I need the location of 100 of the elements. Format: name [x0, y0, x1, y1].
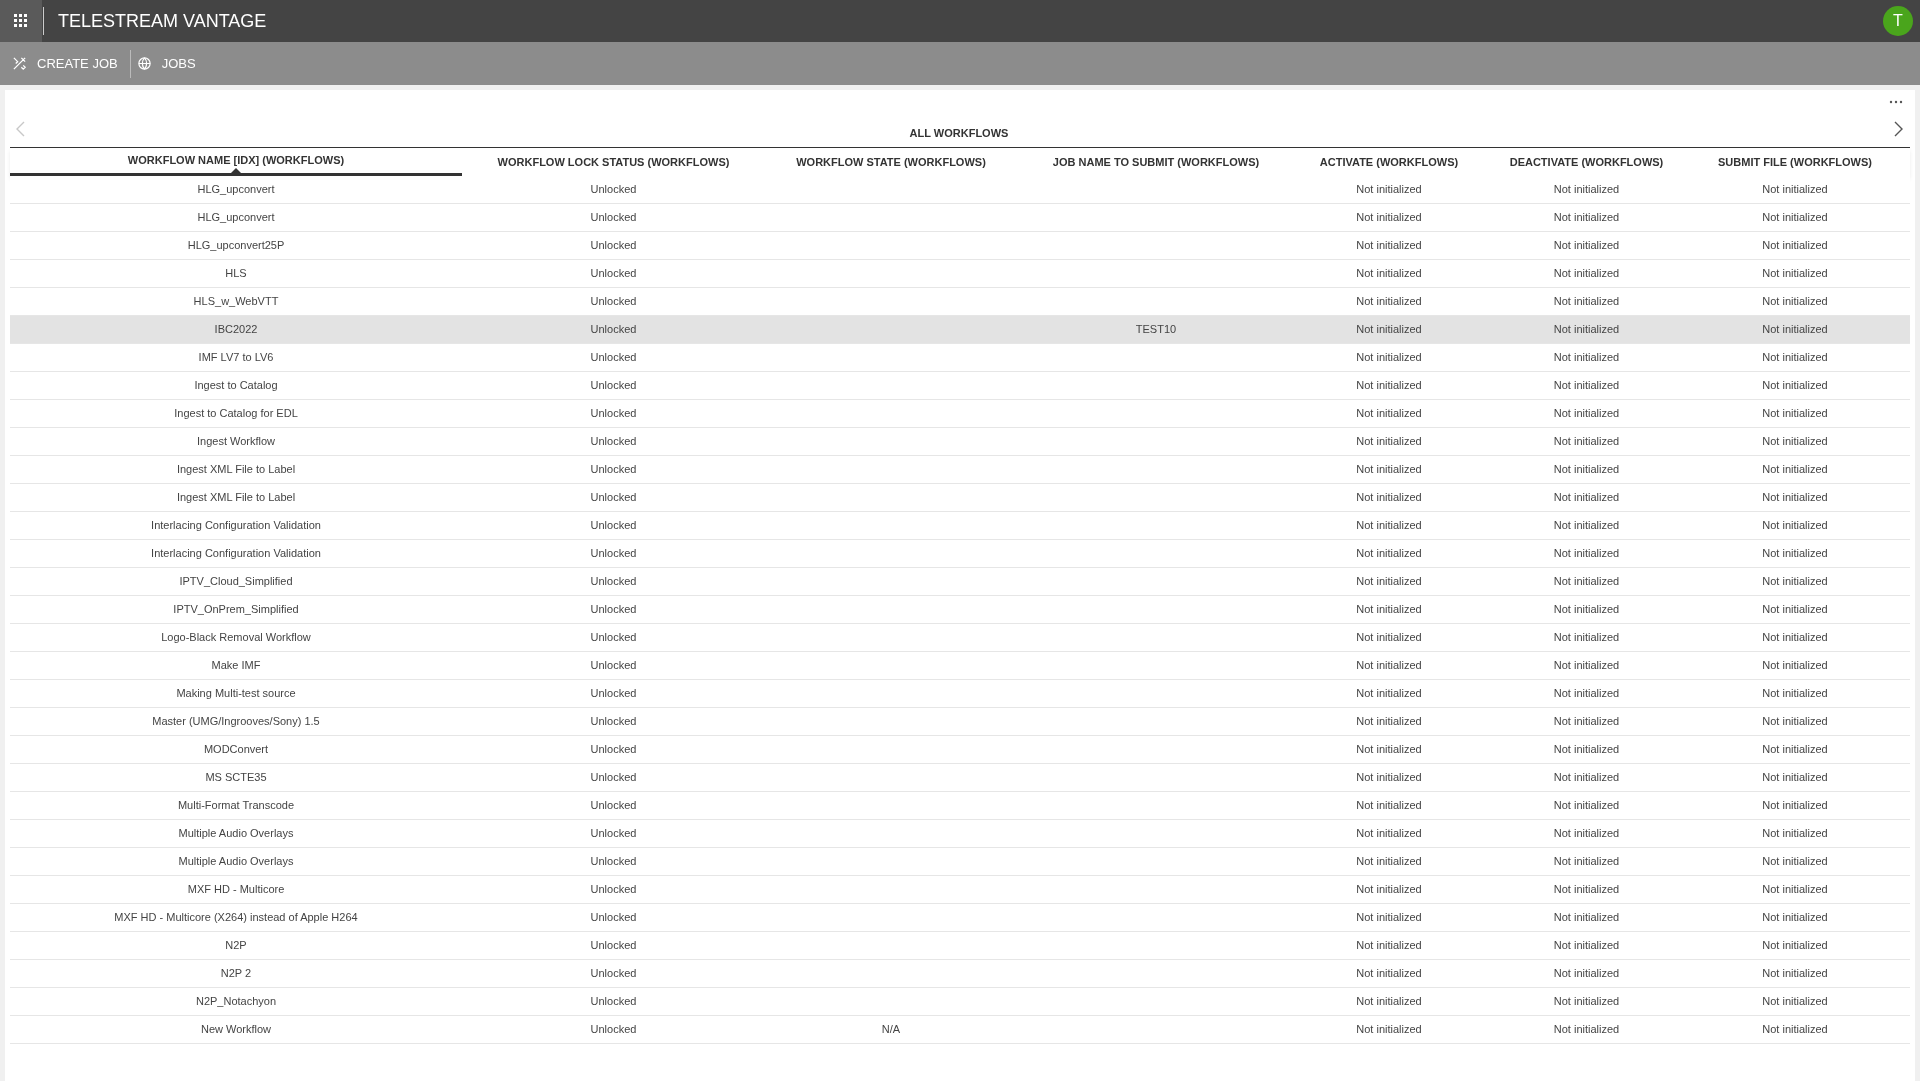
- table-cell-text: Logo-Black Removal Workflow: [161, 630, 311, 646]
- table-cell-text: Not initialized: [1356, 462, 1422, 478]
- table-cell-text: Not initialized: [1356, 294, 1422, 310]
- table-cell-text: Unlocked: [590, 742, 637, 758]
- table-cell-text: Not initialized: [1356, 574, 1422, 590]
- table-cell-text: Not initialized: [1356, 854, 1422, 870]
- table-cell-text: Not initialized: [1553, 1022, 1620, 1038]
- table-cell-text: Ingest XML File to Label: [176, 462, 296, 478]
- table-cell-text: Not initialized: [1553, 966, 1620, 982]
- table-cell-text: Not initialized: [1356, 238, 1422, 254]
- table-cell-text: Master (UMG/Ingrooves/Sony) 1.5: [152, 714, 320, 730]
- table-cell-text: Not initialized: [1553, 546, 1620, 562]
- globe-icon: [136, 56, 152, 71]
- table-cell-text: Make IMF: [211, 658, 261, 674]
- table-cell-text: Not initialized: [1762, 266, 1828, 282]
- table-cell-text: Not initialized: [1553, 210, 1620, 226]
- table-cell-text: Unlocked: [590, 182, 637, 198]
- table-cell-text: Multiple Audio Overlays: [178, 826, 294, 842]
- table-cell-text: Not initialized: [1553, 826, 1620, 842]
- table-cell-text: Unlocked: [590, 798, 637, 814]
- table-cell-text: Not initialized: [1356, 378, 1422, 394]
- table-cell-text: Unlocked: [590, 770, 637, 786]
- table-cell-text: Not initialized: [1553, 406, 1620, 422]
- table-cell-text: Not initialized: [1553, 882, 1620, 898]
- table-cell-text: Not initialized: [1762, 714, 1828, 730]
- table-cell-text: Not initialized: [1762, 882, 1828, 898]
- table-cell-text: Not initialized: [1762, 658, 1828, 674]
- table-cell-text: Unlocked: [590, 1022, 637, 1038]
- table-cell-text: Unlocked: [590, 294, 637, 310]
- table-cell-text: MXF HD - Multicore (X264) instead of Apple H264: [114, 910, 358, 926]
- table-cell-text: Not initialized: [1762, 434, 1828, 450]
- table-cell-text: Unlocked: [590, 434, 637, 450]
- column-header[interactable]: JOB NAME TO SUBMIT (WORKFLOWS): [1017, 148, 1295, 176]
- table-cell-text: Unlocked: [590, 966, 637, 982]
- table-cell-text: IBC2022: [214, 322, 258, 338]
- table-cell-text: Not initialized: [1762, 546, 1828, 562]
- table-cell-text: Not initialized: [1762, 322, 1828, 338]
- table-cell-text: Not initialized: [1553, 658, 1620, 674]
- table-cell-text: Not initialized: [1553, 994, 1620, 1010]
- table-cell-text: Unlocked: [590, 490, 637, 506]
- table-cell-text: Multiple Audio Overlays: [178, 854, 294, 870]
- table-cell-text: Not initialized: [1553, 350, 1620, 366]
- table-cell-text: Not initialized: [1356, 938, 1422, 954]
- column-header[interactable]: WORKFLOW LOCK STATUS (WORKFLOWS): [462, 148, 765, 176]
- table-cell-text: Not initialized: [1356, 686, 1422, 702]
- table-cell-text: Not initialized: [1553, 938, 1620, 954]
- table-cell-text: Not initialized: [1762, 210, 1828, 226]
- table-cell-text: MXF HD - Multicore: [187, 882, 285, 898]
- table-cell-text: Not initialized: [1762, 182, 1828, 198]
- table-cell-text: Not initialized: [1553, 238, 1620, 254]
- table-cell-text: Unlocked: [590, 602, 637, 618]
- table-cell-text: Unlocked: [590, 322, 637, 338]
- table-cell-text: Unlocked: [590, 266, 637, 282]
- table-row[interactable]: IBC2022 Unlocked TEST10 Not initialized Not initialized Not initialized: [10, 316, 1910, 344]
- table-cell-text: Not initialized: [1762, 490, 1828, 506]
- table-cell-text: Not initialized: [1762, 518, 1828, 534]
- table-cell-text: Unlocked: [590, 882, 637, 898]
- table-cell-text: HLS: [225, 266, 247, 282]
- column-header[interactable]: SUBMIT FILE (WORKFLOWS): [1690, 148, 1900, 176]
- table-cell-text: Not initialized: [1553, 574, 1620, 590]
- table-cell-text: Not initialized: [1553, 630, 1620, 646]
- table-cell-text: Unlocked: [590, 994, 637, 1010]
- app-launcher-button[interactable]: [0, 0, 42, 42]
- table-cell-text: Not initialized: [1762, 854, 1828, 870]
- table-cell-text: HLG_upconvert: [197, 210, 275, 226]
- table-cell-text: Not initialized: [1553, 518, 1620, 534]
- column-header[interactable]: ACTIVATE (WORKFLOWS): [1295, 148, 1483, 176]
- table-cell-text: IPTV_OnPrem_Simplified: [173, 602, 299, 618]
- table-cell-text: Not initialized: [1762, 798, 1828, 814]
- table-cell-text: Not initialized: [1356, 966, 1422, 982]
- table-cell-text: N2P 2: [220, 966, 252, 982]
- column-header[interactable]: WORKFLOW STATE (WORKFLOWS): [765, 148, 1017, 176]
- table-cell-text: Not initialized: [1553, 378, 1620, 394]
- table-cell-text: Not initialized: [1553, 854, 1620, 870]
- table-cell-text: Not initialized: [1762, 686, 1828, 702]
- table-cell-text: Not initialized: [1356, 490, 1422, 506]
- table-cell-text: HLG_upconvert: [197, 182, 275, 198]
- table-cell-text: Not initialized: [1553, 294, 1620, 310]
- table-cell-text: Making Multi-test source: [176, 686, 296, 702]
- table-cell-text: Not initialized: [1762, 406, 1828, 422]
- table-cell-text: Ingest Workflow: [196, 434, 276, 450]
- table-cell-text: Not initialized: [1553, 434, 1620, 450]
- more-icon: [1889, 100, 1903, 104]
- table-cell-text: Not initialized: [1762, 910, 1828, 926]
- table-cell-text: Unlocked: [590, 238, 637, 254]
- table-cell-text: Not initialized: [1356, 406, 1422, 422]
- column-header[interactable]: DEACTIVATE (WORKFLOWS): [1483, 148, 1690, 176]
- table-cell-text: Unlocked: [590, 574, 637, 590]
- table-cell-text: Not initialized: [1356, 798, 1422, 814]
- table-cell-text: Not initialized: [1356, 518, 1422, 534]
- table-cell-text: Not initialized: [1356, 322, 1422, 338]
- table-cell-text: Not initialized: [1553, 490, 1620, 506]
- table-cell-text: Unlocked: [590, 378, 637, 394]
- table-cell-text: Not initialized: [1356, 350, 1422, 366]
- tools-icon: [12, 56, 27, 71]
- table-cell-text: Not initialized: [1356, 742, 1422, 758]
- table-cell-text: Unlocked: [590, 826, 637, 842]
- table-cell-text: Unlocked: [590, 686, 637, 702]
- table-cell-text: HLS_w_WebVTT: [193, 294, 279, 310]
- table-cell-text: Interlacing Configuration Validation: [151, 518, 321, 534]
